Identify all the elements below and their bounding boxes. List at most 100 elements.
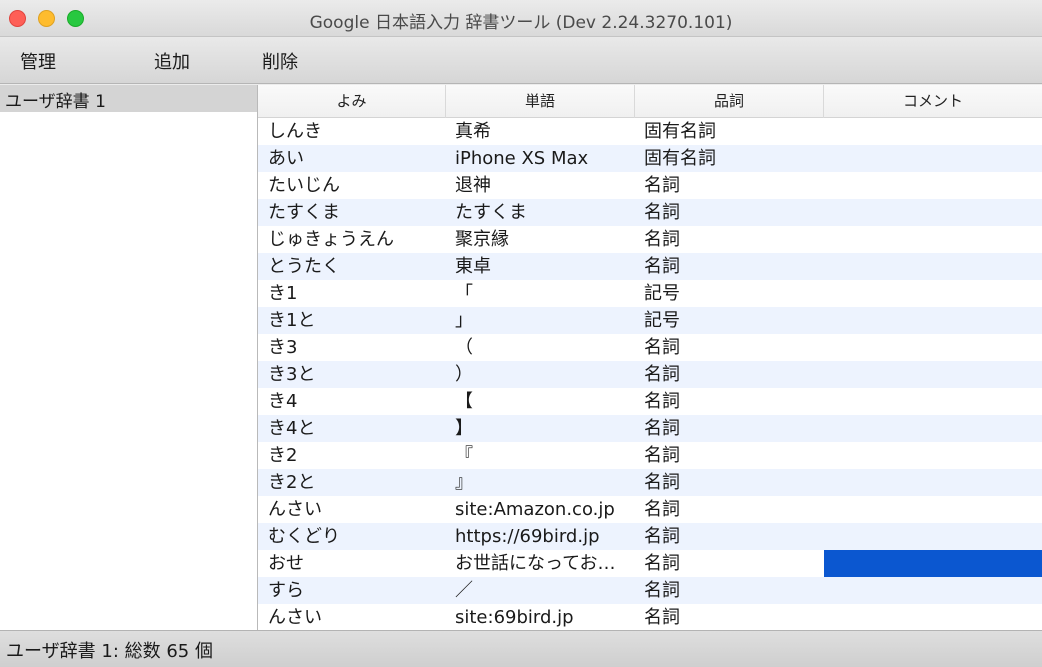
cell-comment[interactable]	[824, 442, 1042, 469]
cell-part-of-speech[interactable]: 名詞	[644, 442, 819, 469]
cell-comment[interactable]	[824, 226, 1042, 253]
table-row[interactable]: き4 【名詞	[258, 388, 1042, 415]
cell-reading[interactable]: あい	[268, 145, 440, 172]
table-row[interactable]: き1 「記号	[258, 280, 1042, 307]
cell-part-of-speech[interactable]: 名詞	[644, 550, 819, 577]
cell-comment[interactable]	[824, 253, 1042, 280]
table-row[interactable]: き3と ） 名詞	[258, 361, 1042, 388]
cell-reading[interactable]: おせ	[268, 550, 440, 577]
cell-part-of-speech[interactable]: 名詞	[644, 496, 819, 523]
cell-part-of-speech[interactable]: 名詞	[644, 604, 819, 630]
cell-comment[interactable]	[824, 307, 1042, 334]
delete-entry-button[interactable]: 削除	[262, 48, 298, 74]
cell-reading[interactable]: とうたく	[268, 253, 440, 280]
column-header-comment[interactable]: コメント	[824, 85, 1042, 118]
cell-comment[interactable]	[824, 550, 1042, 577]
cell-word[interactable]: site:69bird.jp	[455, 604, 630, 630]
cell-reading[interactable]: き4	[268, 388, 440, 415]
column-header-word[interactable]: 単語	[446, 85, 635, 118]
cell-comment[interactable]	[824, 604, 1042, 630]
cell-part-of-speech[interactable]: 名詞	[644, 199, 819, 226]
cell-comment[interactable]	[824, 280, 1042, 307]
cell-part-of-speech[interactable]: 名詞	[644, 226, 819, 253]
dictionary-item-user-1[interactable]: ユーザ辞書 1	[0, 85, 257, 112]
cell-comment[interactable]	[824, 361, 1042, 388]
cell-word[interactable]: お世話になってお…	[455, 550, 630, 577]
cell-part-of-speech[interactable]: 名詞	[644, 388, 819, 415]
table-row[interactable]: き1と」記号	[258, 307, 1042, 334]
cell-word[interactable]: 』	[455, 469, 630, 496]
table-row[interactable]: じゅきょうえん 聚京縁 名詞	[258, 226, 1042, 253]
table-row[interactable]: んさい site:Amazon.co.jp 名詞	[258, 496, 1042, 523]
cell-part-of-speech[interactable]: 名詞	[644, 253, 819, 280]
cell-word[interactable]: 真希	[455, 118, 630, 145]
table-row[interactable]: すら ／ 名詞	[258, 577, 1042, 604]
cell-comment[interactable]	[824, 469, 1042, 496]
cell-reading[interactable]: き4と	[268, 415, 440, 442]
table-row[interactable]: き2と』名詞	[258, 469, 1042, 496]
cell-part-of-speech[interactable]: 名詞	[644, 361, 819, 388]
cell-comment[interactable]	[824, 388, 1042, 415]
table-row[interactable]: たすくま たすくま 名詞	[258, 199, 1042, 226]
table-row[interactable]: とうたく 東卓 名詞	[258, 253, 1042, 280]
cell-reading[interactable]: き1	[268, 280, 440, 307]
cell-word[interactable]: 「	[455, 280, 630, 307]
cell-comment[interactable]	[824, 415, 1042, 442]
cell-reading[interactable]: たいじん	[268, 172, 440, 199]
cell-reading[interactable]: き2と	[268, 469, 440, 496]
cell-word[interactable]: 聚京縁	[455, 226, 630, 253]
add-entry-button[interactable]: 追加	[154, 48, 190, 74]
cell-part-of-speech[interactable]: 記号	[644, 307, 819, 334]
cell-comment[interactable]	[824, 172, 1042, 199]
cell-word[interactable]: ／	[455, 577, 630, 604]
cell-reading[interactable]: んさい	[268, 496, 440, 523]
cell-reading[interactable]: んさい	[268, 604, 440, 630]
cell-comment[interactable]	[824, 118, 1042, 145]
cell-reading[interactable]: たすくま	[268, 199, 440, 226]
cell-comment[interactable]	[824, 496, 1042, 523]
cell-reading[interactable]: すら	[268, 577, 440, 604]
table-row[interactable]: んさい site:69bird.jp 名詞	[258, 604, 1042, 630]
cell-word[interactable]: 」	[455, 307, 630, 334]
table-row[interactable]: むくどり https://69bird.jp 名詞	[258, 523, 1042, 550]
cell-word[interactable]: 】	[455, 415, 630, 442]
table-row[interactable]: き2 『名詞	[258, 442, 1042, 469]
table-row[interactable]: き3 （ 名詞	[258, 334, 1042, 361]
cell-comment[interactable]	[824, 334, 1042, 361]
cell-comment[interactable]	[824, 145, 1042, 172]
cell-word[interactable]: site:Amazon.co.jp	[455, 496, 630, 523]
title-bar[interactable]: Google 日本語入力 辞書ツール (Dev 2.24.3270.101)	[0, 0, 1042, 37]
cell-reading[interactable]: き3と	[268, 361, 440, 388]
cell-part-of-speech[interactable]: 名詞	[644, 172, 819, 199]
table-row[interactable]: たいじん 退神 名詞	[258, 172, 1042, 199]
cell-comment[interactable]	[824, 199, 1042, 226]
cell-word[interactable]: 東卓	[455, 253, 630, 280]
cell-part-of-speech[interactable]: 名詞	[644, 334, 819, 361]
table-row[interactable]: おせ お世話になってお… 名詞	[258, 550, 1042, 577]
cell-part-of-speech[interactable]: 名詞	[644, 577, 819, 604]
cell-reading[interactable]: しんき	[268, 118, 440, 145]
cell-part-of-speech[interactable]: 記号	[644, 280, 819, 307]
table-row[interactable]: しんき 真希 固有名詞	[258, 118, 1042, 145]
cell-part-of-speech[interactable]: 名詞	[644, 469, 819, 496]
cell-comment[interactable]	[824, 577, 1042, 604]
cell-part-of-speech[interactable]: 固有名詞	[644, 145, 819, 172]
cell-part-of-speech[interactable]: 固有名詞	[644, 118, 819, 145]
cell-word[interactable]: 退神	[455, 172, 630, 199]
cell-word[interactable]: https://69bird.jp	[455, 523, 630, 550]
cell-word[interactable]: たすくま	[455, 199, 630, 226]
cell-word[interactable]: 【	[455, 388, 630, 415]
manage-menu-button[interactable]: 管理	[20, 48, 56, 74]
cell-word[interactable]: （	[455, 334, 630, 361]
cell-reading[interactable]: き1と	[268, 307, 440, 334]
column-header-reading[interactable]: よみ	[258, 85, 446, 118]
cell-comment[interactable]	[824, 523, 1042, 550]
cell-part-of-speech[interactable]: 名詞	[644, 523, 819, 550]
table-row[interactable]: き4と】名詞	[258, 415, 1042, 442]
cell-word[interactable]: iPhone XS Max	[455, 145, 630, 172]
cell-word[interactable]: ）	[455, 361, 630, 388]
cell-part-of-speech[interactable]: 名詞	[644, 415, 819, 442]
cell-reading[interactable]: き2	[268, 442, 440, 469]
column-header-part-of-speech[interactable]: 品詞	[635, 85, 824, 118]
cell-reading[interactable]: き3	[268, 334, 440, 361]
